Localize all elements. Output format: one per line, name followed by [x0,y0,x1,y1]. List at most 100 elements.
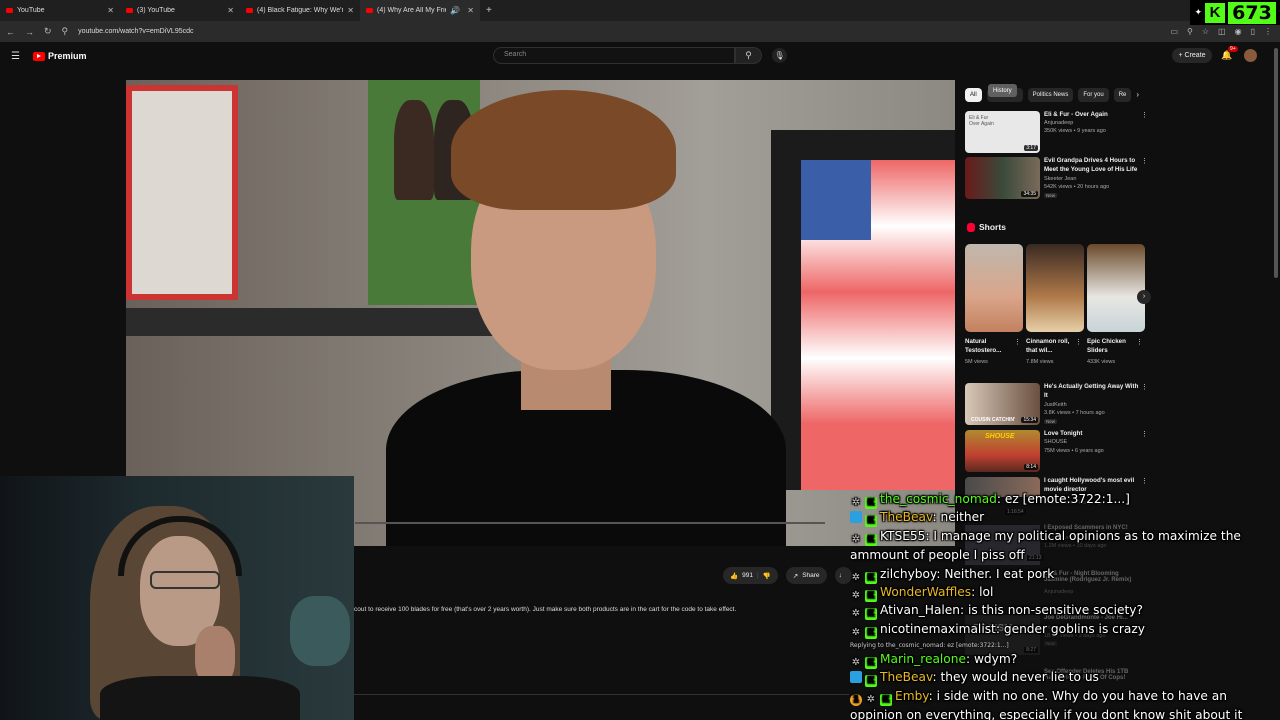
short-thumbnail[interactable] [965,244,1023,332]
chat-text: Neither. I eat pork [944,567,1055,581]
viewer-count: 673 [1228,1,1276,24]
more-options-icon[interactable]: ⋮ [1141,383,1148,391]
share-button[interactable]: ↗ Share [785,567,827,584]
more-options-icon[interactable]: ⋮ [1141,157,1148,165]
audio-icon[interactable]: 🔊 [450,6,460,15]
wall-frame [126,85,238,300]
channel-name: Anjunadeep [1044,120,1074,126]
chat-username: TheBeav [880,670,933,684]
video-duration: 15:34 [1021,417,1038,423]
chat-message: ✲ Kzilchyboy: Neither. I eat pork [851,567,1055,584]
recommended-video[interactable]: Eli & Fur Over Again 3:17 Eli & Fur - Ov… [965,111,1150,155]
close-tab-icon[interactable]: ✕ [467,6,474,15]
chevron-right-icon[interactable]: › [1136,88,1139,102]
sidebar-icon[interactable]: ▯ [1251,27,1255,36]
chat-text: wdym? [973,652,1018,666]
chat-username: Emby [895,689,929,703]
video-thumbnail: Eli & Fur Over Again 3:17 [965,111,1040,153]
recommended-video[interactable]: 34:35 Evil Grandpa Drives 4 Hours to Mee… [965,157,1150,201]
chat-username: the_cosmic_nomad [880,492,997,506]
new-tab-button[interactable]: + [480,5,498,16]
address-bar[interactable]: youtube.com/watch?v=emDiVL95cdc [78,28,193,35]
chat-username: Ativan_Halen [880,603,961,617]
browser-tab[interactable]: (4) Black Fatigue: Why We're Ti ✕ [240,0,360,21]
video-duration: 34:35 [1021,191,1038,197]
chip-for-you[interactable]: For you [1078,88,1109,102]
kick-badge-icon: K [865,627,877,639]
chip-all[interactable]: All [965,88,982,102]
kick-badge-icon: K [865,534,877,546]
gift-badge-icon: ✲ [866,694,876,705]
recommended-video[interactable]: SHOUSE 8:14 Love Tonight SHOUSE 75M view… [965,430,1150,474]
chat-text: gender goblins is crazy [1003,622,1145,636]
browser-tab-active[interactable]: (4) Why Are All My Friends 🔊 ✕ [360,0,480,21]
site-info-icon[interactable]: ⚲ [62,26,69,37]
streamer-webcam [0,476,354,720]
search-button[interactable]: ⚲ [735,47,762,64]
short-title: Epic Chicken Sliders [1087,338,1126,354]
back-icon[interactable]: ← [6,27,15,37]
chat-reply-note: Replying to the_cosmic_nomad: ez [emote:… [850,642,1009,649]
hamburger-menu-icon[interactable]: ☰ [11,51,20,62]
more-options-icon[interactable]: ⋮ [1141,111,1148,119]
youtube-favicon-icon [6,8,13,13]
cast-icon[interactable]: ▭ [1170,27,1178,36]
star-icon[interactable]: ☆ [1202,27,1209,36]
short-views: 433K views [1087,359,1116,365]
zoom-icon[interactable]: ⚲ [1187,27,1193,36]
shorts-header: Shorts [967,222,1006,232]
tab-title: (4) Why Are All My Friends [377,7,446,14]
profile-icon[interactable]: ◉ [1235,27,1242,36]
voice-search-button[interactable]: 🎙 [772,48,787,63]
browser-tabstrip: YouTube ✕ (3) YouTube ✕ (4) Black Fatigu… [0,0,1280,21]
page-scrollbar[interactable] [1274,48,1278,278]
browser-tab[interactable]: (3) YouTube ✕ [120,0,240,21]
chip-politics-news[interactable]: Politics News [1027,88,1074,102]
video-title: Love Tonight [1044,430,1083,437]
recommended-video[interactable]: COUSIN CATCHIN' 15:34 He's Actually Gett… [965,383,1150,427]
more-options-icon[interactable]: ⋮ [1141,477,1148,485]
close-tab-icon[interactable]: ✕ [107,6,114,15]
notification-badge: 9+ [1228,46,1238,52]
youtube-logo[interactable]: Premium [33,51,87,61]
new-badge: New [1044,419,1058,424]
short-thumbnail[interactable] [1026,244,1084,332]
short-views: 5M views [965,359,988,365]
extensions-icon[interactable]: ◫ [1218,27,1226,36]
more-options-icon[interactable]: ⋮ [1075,338,1082,346]
youtube-favicon-icon [246,8,253,13]
chat-text: is this non-sensitive society? [968,603,1143,617]
short-thumbnail[interactable] [1087,244,1145,332]
close-tab-icon[interactable]: ✕ [347,6,354,15]
thumbs-up-icon[interactable]: 👍 [730,572,738,580]
mic-icon: 🎙 [774,51,785,60]
search-input[interactable]: Search [493,47,735,64]
chat-message: ✲ K Ativan_Halen: is this non-sensitive so… [851,603,1143,620]
video-meta: 75M views • 6 years ago [1044,448,1104,454]
webcam-plant [290,596,350,666]
chat-message: ✲ Kthe_cosmic_nomad: ez [emote:3722:1...] [851,492,1130,509]
video-description[interactable]: cout to receive 100 blades for free (tha… [354,606,736,613]
reload-icon[interactable]: ↻ [44,26,52,37]
account-avatar[interactable] [1244,49,1257,62]
forward-icon[interactable]: → [25,27,34,37]
more-options-icon[interactable]: ⋮ [1014,338,1021,346]
more-options-icon[interactable]: ⋮ [1141,430,1148,438]
chip-more[interactable]: Re [1113,88,1132,102]
kick-logo: K [1205,2,1225,23]
thumbs-down-icon[interactable]: 👎 [763,572,771,580]
kick-badge-icon: K [865,515,877,527]
streamer-shirt [100,676,300,720]
chat-message: 1 ✲ K Emby: i side with no one. Why do you … [850,689,1243,720]
create-button[interactable]: + Create [1172,48,1212,63]
close-tab-icon[interactable]: ✕ [227,6,234,15]
browser-tab[interactable]: YouTube ✕ [0,0,120,21]
like-dislike-group: 👍 991 | 👎 [723,567,778,584]
video-title: Eli & Fur - Over Again [1044,111,1108,118]
more-options-icon[interactable]: ⋮ [1136,338,1143,346]
download-button[interactable]: ↓ [834,567,852,584]
painting-figure [394,100,434,200]
video-progress-bar[interactable] [355,522,825,524]
menu-icon[interactable]: ⋮ [1264,27,1272,36]
shorts-next-icon[interactable]: › [1137,290,1151,304]
